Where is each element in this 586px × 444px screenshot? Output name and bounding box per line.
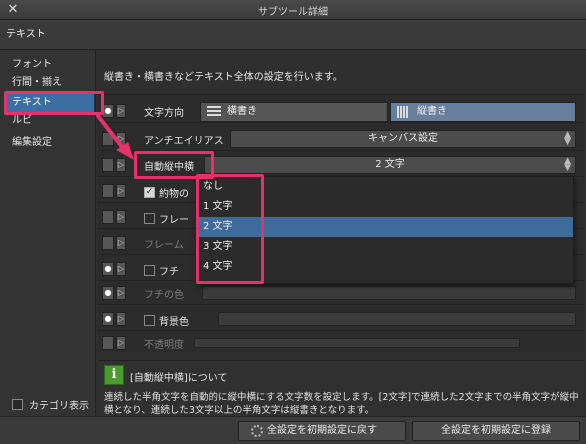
eye-icon[interactable] (102, 336, 114, 350)
eye-icon[interactable] (102, 210, 114, 224)
info-icon: i (104, 365, 124, 385)
register-defaults-button[interactable]: 全設定を初期設定に登録 (412, 421, 580, 441)
border-label: フチ (159, 267, 179, 278)
sidebar-item-edit-settings[interactable]: 編集設定 (6, 134, 94, 152)
frame-toggle[interactable]: フレー (144, 211, 189, 226)
expand-arrow-icon[interactable]: ▷ (116, 286, 126, 300)
expand-arrow-icon[interactable]: ▷ (116, 336, 126, 350)
info-text: 連続した半角文字を自動的に縦中横にする文字数を設定します。[2文字]で連続した2… (104, 392, 579, 416)
auto-tatechuyoko-row: ▷ 自動縦中横 2 文字 ▲ ▼ (98, 153, 584, 177)
category-sidebar: フォント 行間・揃え テキスト ルビ 編集設定 カテゴリ表示 (0, 50, 96, 416)
sidebar-item-line-spacing[interactable]: 行間・揃え (6, 74, 94, 92)
auto-tatechuyoko-label: 自動縦中横 (144, 162, 194, 173)
auto-tatechuyoko-select[interactable]: 2 文字 ▲ ▼ (204, 156, 576, 174)
vertical-text-icon (397, 106, 411, 118)
expand-arrow-icon[interactable]: ▷ (116, 210, 126, 224)
reset-all-button[interactable]: 全設定を初期設定に戻す (238, 421, 406, 441)
dropdown-option-none[interactable]: なし (199, 177, 573, 197)
eye-icon[interactable]: ● (102, 104, 114, 118)
eye-icon[interactable] (102, 236, 114, 250)
category-display-checkbox[interactable] (12, 399, 23, 410)
expand-arrow-icon[interactable]: ▷ (116, 132, 126, 146)
up-down-arrows-icon: ▲ ▼ (564, 156, 571, 173)
dropdown-option-1[interactable]: 1 文字 (199, 197, 573, 217)
eye-icon[interactable] (102, 132, 114, 146)
expand-arrow-icon[interactable]: ▷ (116, 184, 126, 198)
expand-arrow-icon[interactable]: ▷ (116, 104, 126, 118)
antialias-value: キャンバス設定 (368, 133, 438, 144)
vertical-writing-button[interactable]: 縦書き (390, 102, 576, 122)
category-display-label: カテゴリ表示 (29, 401, 89, 412)
auto-tatechuyoko-dropdown: なし 1 文字 2 文字 3 文字 4 文字 (198, 176, 574, 284)
yakumono-label: 約物の (159, 189, 189, 200)
expand-arrow-icon[interactable]: ▷ (116, 236, 126, 250)
frame-color-label: フレーム (144, 240, 184, 251)
eye-icon[interactable]: ● (102, 286, 114, 300)
yakumono-checkbox[interactable]: ✓ (144, 187, 155, 198)
border-color-field[interactable] (202, 286, 576, 300)
vertical-writing-label: 縦書き (417, 106, 447, 117)
frame-label: フレー (159, 215, 189, 226)
border-color-row: ● ▷ フチの色 (98, 281, 584, 305)
expand-arrow-icon[interactable]: ▷ (116, 312, 126, 326)
eye-icon[interactable]: ● (102, 312, 114, 326)
up-down-arrows-icon: ▲ ▼ (564, 130, 571, 147)
dropdown-option-4[interactable]: 4 文字 (199, 257, 573, 277)
eye-icon[interactable] (102, 184, 114, 198)
eye-icon[interactable]: ● (102, 262, 114, 276)
register-defaults-label: 全設定を初期設定に登録 (441, 425, 551, 436)
bg-color-label: 背景色 (159, 317, 189, 328)
sidebar-item-font[interactable]: フォント (6, 56, 94, 74)
bg-color-field[interactable] (218, 312, 576, 326)
info-title: [自動縦中横]について (130, 373, 228, 384)
dropdown-option-2[interactable]: 2 文字 (199, 217, 573, 237)
antialias-select[interactable]: キャンバス設定 ▲ ▼ (230, 130, 576, 148)
bg-color-row: ● ▷ 背景色 (98, 307, 584, 331)
sidebar-item-text[interactable]: テキスト (6, 94, 94, 112)
yakumono-toggle[interactable]: ✓ 約物の (144, 185, 189, 200)
direction-label: 文字方向 (144, 108, 184, 119)
opacity-label: 不透明度 (144, 340, 184, 351)
settings-description: 縦書き・横書きなどテキスト全体の設定を行います。 (104, 72, 343, 83)
dropdown-option-3[interactable]: 3 文字 (199, 237, 573, 257)
sidebar-item-ruby[interactable]: ルビ (6, 112, 94, 130)
horizontal-writing-button[interactable]: 横書き (200, 102, 388, 122)
opacity-slider[interactable] (194, 338, 520, 348)
bg-color-checkbox[interactable] (144, 315, 155, 326)
subtool-header: テキスト (0, 20, 586, 50)
reset-all-label: 全設定を初期設定に戻す (267, 425, 377, 436)
expand-arrow-icon[interactable]: ▷ (116, 158, 126, 172)
border-color-label: フチの色 (144, 290, 184, 301)
window-title: サブツール詳細 (258, 7, 328, 18)
opacity-row: ▷ 不透明度 (98, 331, 584, 355)
category-display-toggle[interactable]: カテゴリ表示 (12, 397, 89, 412)
reset-spinner-icon (251, 425, 263, 437)
info-section: i [自動縦中横]について 連続した半角文字を自動的に縦中横にする文字数を設定し… (98, 360, 584, 416)
border-toggle[interactable]: フチ (144, 263, 179, 278)
subtool-name: テキスト (6, 29, 46, 40)
expand-arrow-icon[interactable]: ▷ (116, 262, 126, 276)
bg-color-toggle[interactable]: 背景色 (144, 313, 189, 328)
antialias-label: アンチエイリアス (144, 136, 224, 147)
frame-checkbox[interactable] (144, 213, 155, 224)
horizontal-text-icon (207, 106, 221, 118)
auto-tatechuyoko-value: 2 文字 (375, 159, 405, 170)
antialias-row: ▷ アンチエイリアス キャンバス設定 ▲ ▼ (98, 127, 584, 151)
footer-bar: 全設定を初期設定に戻す 全設定を初期設定に登録 (0, 416, 586, 444)
horizontal-writing-label: 横書き (227, 106, 257, 117)
border-checkbox[interactable] (144, 265, 155, 276)
title-bar: ✕ サブツール詳細 (0, 0, 586, 20)
eye-icon[interactable] (102, 158, 114, 172)
direction-row: ● ▷ 文字方向 横書き 縦書き (98, 99, 584, 123)
